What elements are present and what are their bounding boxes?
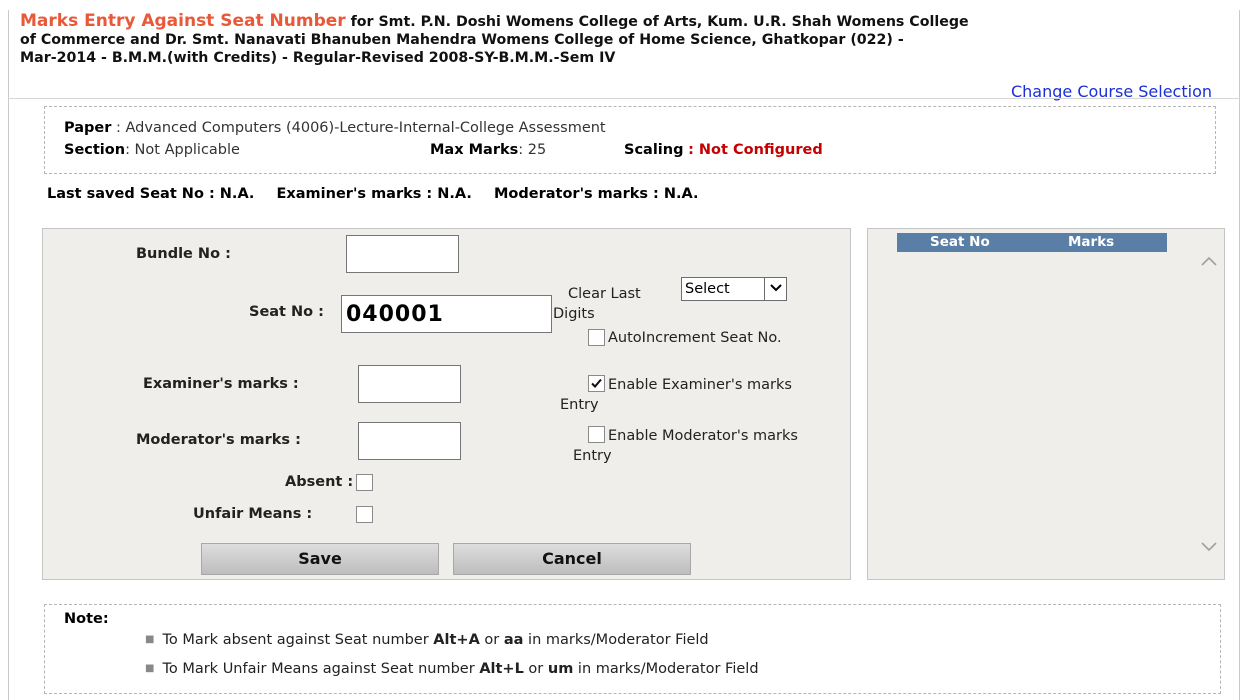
chevron-down-icon xyxy=(764,278,786,300)
save-button[interactable]: Save xyxy=(201,543,439,575)
note-item2-pre: To Mark Unfair Means against Seat number xyxy=(162,661,480,677)
saved-marks-list-panel: Seat No Marks xyxy=(867,228,1225,580)
enable-moderator-label-2: Entry xyxy=(573,448,612,464)
bullet-icon: ■ xyxy=(145,634,155,645)
header-divider xyxy=(8,98,1240,99)
note-item1-mid: or xyxy=(479,632,504,648)
auto-increment-checkbox[interactable] xyxy=(588,329,605,346)
note-item2-mid: or xyxy=(523,661,548,677)
enable-moderator-checkbox[interactable] xyxy=(588,426,605,443)
bundle-no-label: Bundle No : xyxy=(136,246,231,262)
page-title: Marks Entry Against Seat Number xyxy=(20,11,346,31)
paper-value: : Advanced Computers (4006)-Lecture-Inte… xyxy=(116,120,606,136)
scaling: Scaling : Not Configured xyxy=(624,139,823,161)
max-marks: Max Marks: 25 xyxy=(430,139,546,161)
note-item2-key1: Alt+L xyxy=(479,661,524,677)
note-title: Note: xyxy=(64,611,109,627)
note-item1-post: in marks/Moderator Field xyxy=(523,632,709,648)
chevron-down-icon[interactable] xyxy=(1200,541,1218,555)
note-item2-post: in marks/Moderator Field xyxy=(573,661,759,677)
paper-row: Paper : Advanced Computers (4006)-Lectur… xyxy=(64,117,1215,139)
note-item1-key1: Alt+A xyxy=(433,632,480,648)
max-marks-value: : 25 xyxy=(518,142,547,158)
last-saved-examiner: Examiner's marks : N.A. xyxy=(276,186,472,202)
unfair-means-label: Unfair Means : xyxy=(193,506,313,522)
note-item1-key2: aa xyxy=(503,632,524,648)
note-item-absent: ■ To Mark absent against Seat number Alt+… xyxy=(145,632,709,648)
last-saved-info: Last saved Seat No : N.A. Examiner's mar… xyxy=(47,186,716,202)
last-saved-seat: Last saved Seat No : N.A. xyxy=(47,186,255,202)
section-row: Section: Not Applicable Max Marks: 25 Sc… xyxy=(64,139,1215,161)
section-label: Section xyxy=(64,142,126,158)
note-box: Note: ■ To Mark absent against Seat numbe… xyxy=(44,604,1221,694)
unfair-means-checkbox[interactable] xyxy=(356,506,373,523)
note-item2-key2: um xyxy=(547,661,574,677)
examiner-marks-label: Examiner's marks : xyxy=(143,376,299,392)
checkmark-icon xyxy=(589,376,604,391)
auto-increment-label: AutoIncrement Seat No. xyxy=(608,330,782,346)
digits-label: Digits xyxy=(553,306,595,322)
header-line1: for Smt. P.N. Doshi Womens College of Ar… xyxy=(345,14,969,30)
moderator-marks-input[interactable] xyxy=(358,422,461,460)
absent-checkbox[interactable] xyxy=(356,474,373,491)
seat-no-label: Seat No : xyxy=(249,304,324,320)
clear-last-digits-select[interactable]: Select xyxy=(681,277,787,301)
list-header: Seat No Marks xyxy=(897,233,1167,252)
col-seat-no: Seat No xyxy=(930,234,990,250)
section-value: : Not Applicable xyxy=(125,142,240,158)
absent-label: Absent : xyxy=(285,474,354,490)
chevron-up-icon[interactable] xyxy=(1200,255,1218,269)
paper-label: Paper xyxy=(64,120,112,136)
examiner-marks-input[interactable] xyxy=(358,365,461,403)
scaling-value: : Not Configured xyxy=(688,142,823,158)
last-saved-moderator: Moderator's marks : N.A. xyxy=(493,186,699,202)
paper-info-box: Paper : Advanced Computers (4006)-Lectur… xyxy=(44,106,1216,174)
moderator-marks-label: Moderator's marks : xyxy=(136,432,301,448)
marks-entry-panel: Bundle No : Seat No : Clear Last Digits … xyxy=(42,228,851,580)
header-line3: Mar-2014 - B.M.M.(with Credits) - Regula… xyxy=(20,50,616,66)
clear-last-label: Clear Last xyxy=(568,286,641,302)
note-item-unfair: ■ To Mark Unfair Means against Seat numbe… xyxy=(145,661,759,677)
cancel-button[interactable]: Cancel xyxy=(453,543,691,575)
note-item1-pre: To Mark absent against Seat number xyxy=(162,632,434,648)
page-header: Marks Entry Against Seat Number for Smt.… xyxy=(20,12,1235,67)
seat-no-input[interactable] xyxy=(341,295,552,333)
bullet-icon: ■ xyxy=(145,663,155,674)
scaling-label: Scaling xyxy=(624,142,684,158)
enable-examiner-checkbox[interactable] xyxy=(588,375,605,392)
enable-moderator-label: Enable Moderator's marks xyxy=(608,428,798,444)
max-marks-label: Max Marks xyxy=(430,142,519,158)
enable-examiner-label: Enable Examiner's marks xyxy=(608,377,792,393)
clear-last-digits-value: Select xyxy=(685,281,730,297)
bundle-no-input[interactable] xyxy=(346,235,459,273)
enable-examiner-label-2: Entry xyxy=(560,397,599,413)
col-marks: Marks xyxy=(1068,234,1115,250)
header-line2: of Commerce and Dr. Smt. Nanavati Bhanub… xyxy=(20,32,904,48)
